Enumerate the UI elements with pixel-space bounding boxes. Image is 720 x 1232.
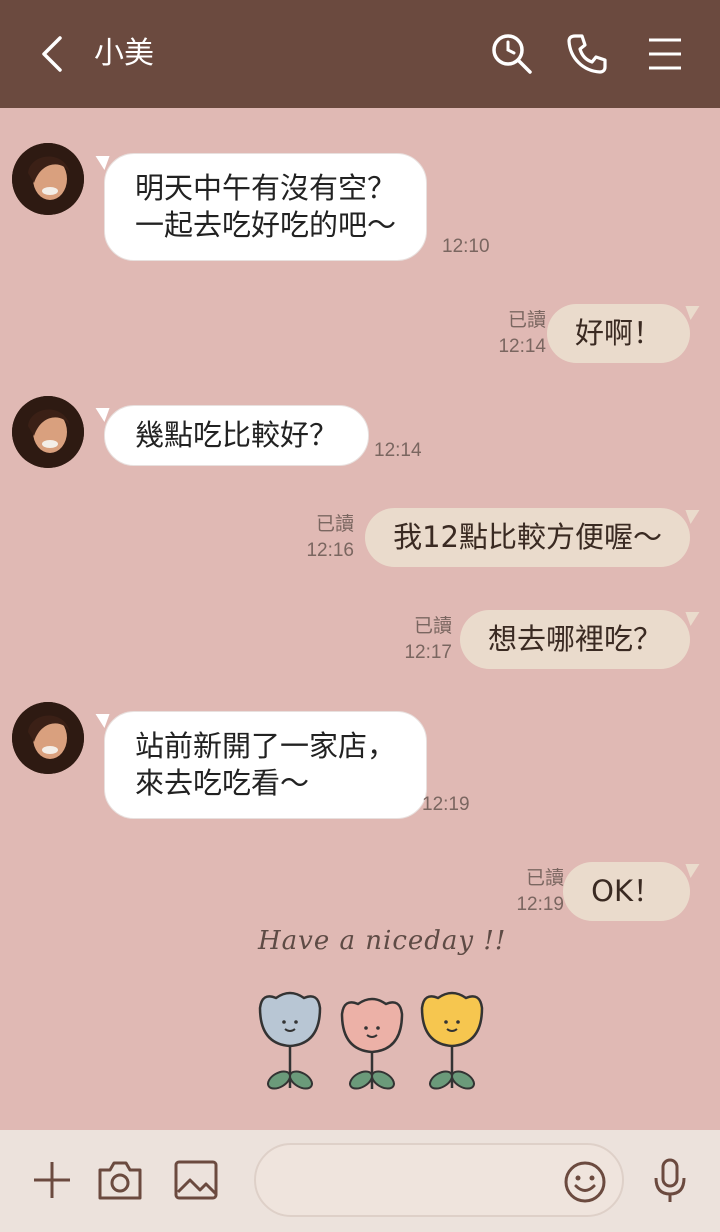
message-meta: 已讀 12:17 xyxy=(404,614,452,666)
message-time: 12:19 xyxy=(516,894,564,915)
read-receipt: 已讀 xyxy=(525,868,564,889)
camera-icon[interactable] xyxy=(96,1156,144,1204)
search-icon[interactable] xyxy=(488,30,536,78)
message-bubble-outgoing[interactable]: 好啊！ xyxy=(546,304,690,363)
message-time: 12:10 xyxy=(442,236,490,257)
avatar-image xyxy=(12,702,84,774)
image-icon[interactable] xyxy=(172,1156,220,1204)
message-bubble-incoming[interactable]: 明天中午有沒有空？ 一起去吃好吃的吧～ xyxy=(104,153,428,261)
message-bubble-outgoing[interactable]: OK！ xyxy=(563,862,690,921)
message-time: 12:17 xyxy=(404,642,452,663)
message-input-box[interactable] xyxy=(254,1143,624,1217)
message-meta: 已讀 12:19 xyxy=(516,866,564,918)
message-time: 12:14 xyxy=(374,440,422,461)
avatar-image xyxy=(12,396,84,468)
chat-header: 小美 xyxy=(0,0,720,108)
message-time: 12:14 xyxy=(498,336,546,357)
message-time: 12:16 xyxy=(306,540,354,561)
contact-name: 小美 xyxy=(94,36,154,71)
menu-icon[interactable] xyxy=(641,30,689,78)
avatar[interactable] xyxy=(12,702,84,774)
chat-area[interactable]: 明天中午有沒有空？ 一起去吃好吃的吧～ 12:10 已讀 12:14 好啊！ 幾… xyxy=(0,108,720,1130)
tulip-pink-icon xyxy=(340,997,404,1090)
avatar[interactable] xyxy=(12,143,84,215)
avatar[interactable] xyxy=(12,396,84,468)
avatar-image xyxy=(12,143,84,215)
tulip-blue-icon xyxy=(258,991,322,1090)
microphone-icon[interactable] xyxy=(646,1156,694,1204)
message-time: 12:19 xyxy=(422,794,470,815)
back-icon[interactable] xyxy=(30,30,78,78)
read-receipt: 已讀 xyxy=(413,616,452,637)
message-bubble-outgoing[interactable]: 想去哪裡吃？ xyxy=(459,610,690,669)
composer-bar xyxy=(0,1130,720,1232)
message-bubble-incoming[interactable]: 站前新開了一家店， 來去吃吃看～ xyxy=(104,711,428,819)
message-input[interactable] xyxy=(280,1163,560,1199)
message-meta: 已讀 12:14 xyxy=(498,308,546,360)
read-receipt: 已讀 xyxy=(315,514,354,535)
message-meta: 已讀 12:16 xyxy=(306,512,354,564)
read-receipt: 已讀 xyxy=(507,310,546,331)
message-bubble-incoming[interactable]: 幾點吃比較好？ xyxy=(104,405,370,466)
plus-icon[interactable] xyxy=(28,1156,76,1204)
tulip-yellow-icon xyxy=(420,991,484,1090)
tulip-sticker[interactable] xyxy=(252,988,492,1098)
sticker-text: Have a niceday !! xyxy=(258,926,507,956)
emoji-icon[interactable] xyxy=(562,1159,608,1205)
message-bubble-outgoing[interactable]: 我12點比較方便喔～ xyxy=(365,508,690,567)
phone-icon[interactable] xyxy=(563,30,611,78)
